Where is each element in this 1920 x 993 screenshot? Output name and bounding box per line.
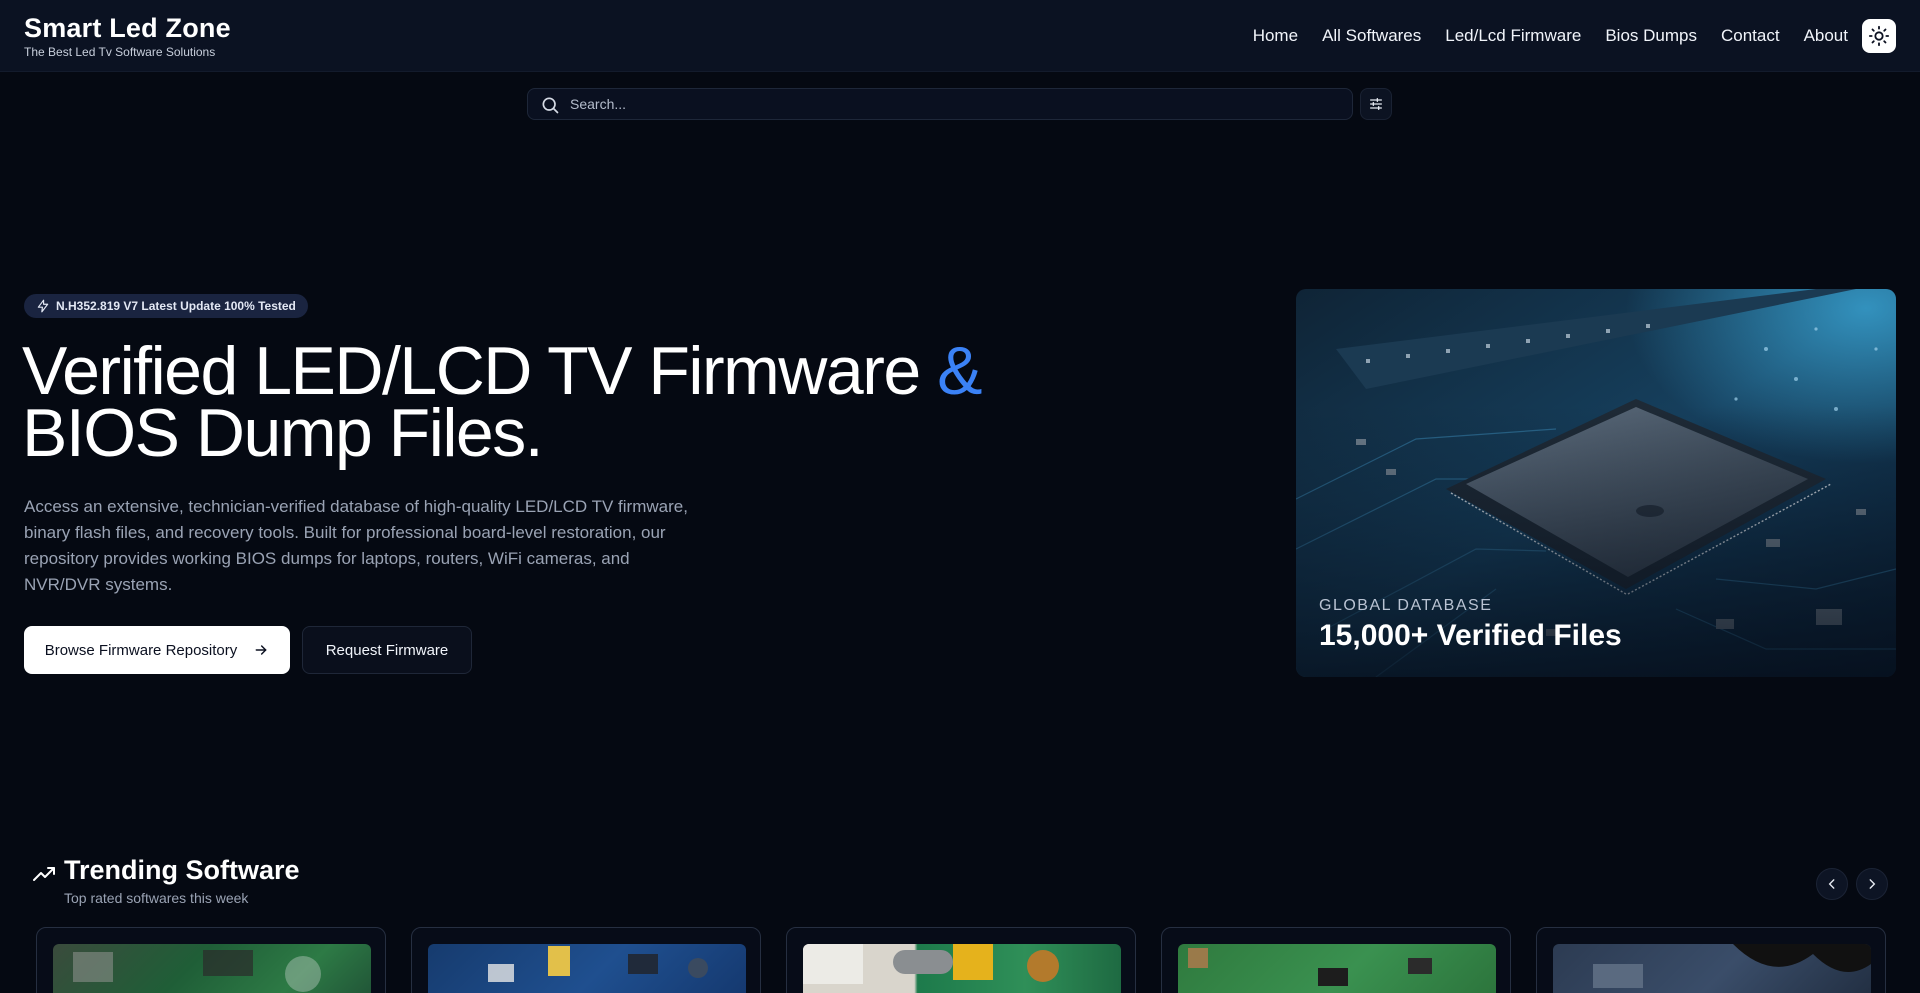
request-firmware-label: Request Firmware <box>325 641 449 659</box>
brand-title: Smart Led Zone <box>24 13 231 43</box>
sliders-icon <box>1370 98 1382 110</box>
chevron-right-icon <box>1869 879 1876 889</box>
browse-firmware-button[interactable]: Browse Firmware Repository <box>24 626 290 674</box>
hero-title: Verified LED/LCD TV Firmware & BIOS Dump… <box>22 337 1022 467</box>
nav-link-bios-dumps[interactable]: Bios Dumps <box>1605 22 1697 50</box>
nav-link-about[interactable]: About <box>1804 22 1848 50</box>
software-card[interactable] <box>1161 927 1511 993</box>
chevron-left-icon <box>1828 879 1835 889</box>
arrow-right-icon <box>255 645 267 655</box>
top-navigation-bar: Smart Led Zone The Best Led Tv Software … <box>0 0 1920 72</box>
card-label: GLOBAL DATABASE <box>1319 597 1493 614</box>
carousel-next-button[interactable] <box>1856 868 1888 900</box>
search-icon <box>542 97 559 114</box>
theme-toggle-button[interactable] <box>1862 19 1896 53</box>
software-card[interactable] <box>411 927 761 993</box>
main-nav: Home All Softwares Led/Lcd Firmware Bios… <box>1253 22 1848 50</box>
hero-title-line2: BIOS Dump Files. <box>22 395 544 471</box>
brand[interactable]: Smart Led Zone The Best Led Tv Software … <box>24 12 231 59</box>
lightning-icon <box>37 299 49 313</box>
software-card[interactable] <box>1536 927 1886 993</box>
nav-link-contact[interactable]: Contact <box>1721 22 1780 50</box>
software-thumbnail <box>428 944 746 993</box>
brand-subtitle: The Best Led Tv Software Solutions <box>24 45 216 59</box>
hero-title-ampersand: & <box>937 333 982 409</box>
nav-link-home[interactable]: Home <box>1253 22 1298 50</box>
request-firmware-button[interactable]: Request Firmware <box>302 626 472 674</box>
badge-text: N.H352.819 V7 Latest Update 100% Tested <box>56 299 296 313</box>
software-thumbnail <box>803 944 1121 993</box>
search-bar <box>527 88 1353 120</box>
hero-image-card: GLOBAL DATABASE 15,000+ Verified Files <box>1296 289 1896 677</box>
trending-carousel <box>36 927 1886 993</box>
filter-button[interactable] <box>1360 88 1392 120</box>
sun-icon <box>1868 25 1890 47</box>
nav-link-led-lcd-firmware[interactable]: Led/Lcd Firmware <box>1445 22 1581 50</box>
software-thumbnail <box>1553 944 1871 993</box>
software-thumbnail <box>53 944 371 993</box>
software-card[interactable] <box>786 927 1136 993</box>
hero-description: Access an extensive, technician-verified… <box>24 497 688 594</box>
search-input[interactable] <box>570 89 1340 119</box>
software-card[interactable] <box>36 927 386 993</box>
update-badge: N.H352.819 V7 Latest Update 100% Tested <box>24 294 308 318</box>
browse-firmware-label: Browse Firmware Repository <box>44 641 238 659</box>
carousel-prev-button[interactable] <box>1816 868 1848 900</box>
trending-subtitle: Top rated softwares this week <box>64 890 249 906</box>
card-value: 15,000+ Verified Files <box>1319 619 1622 652</box>
trending-up-icon <box>33 867 55 881</box>
nav-link-all-softwares[interactable]: All Softwares <box>1322 22 1421 50</box>
software-thumbnail <box>1178 944 1496 993</box>
trending-title: Trending Software <box>64 855 300 885</box>
